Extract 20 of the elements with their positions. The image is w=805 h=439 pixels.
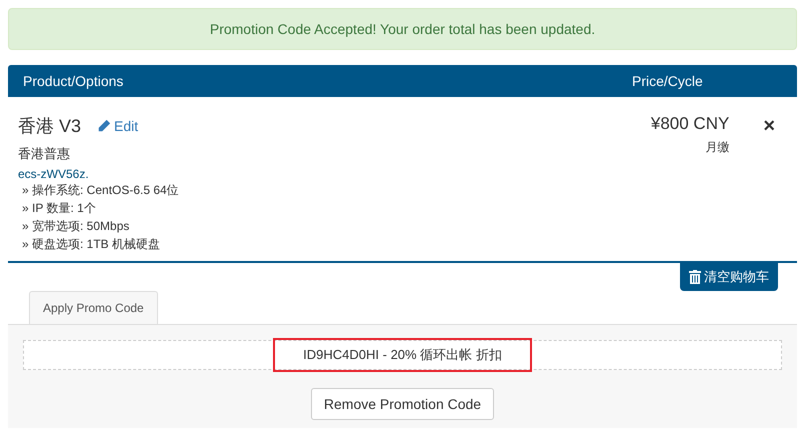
alert-message: Promotion Code Accepted! Your order total has been updated. [210,21,596,37]
column-header: Price/Cycle [631,73,704,89]
promo-tab[interactable]: Apply Promo Code [29,291,158,324]
product-name: 香港 V3 [18,115,82,138]
empty-cart-button[interactable]: 清空购物车 [680,263,778,291]
column-header: Product/Options [22,73,124,89]
hostname: ecs-zWV56z. [18,167,90,181]
option-line: » 宽带选项: 50Mbps [21,218,130,235]
trash-icon [689,270,701,284]
option-line: » 硬盘选项: 1TB 机械硬盘 [21,236,162,253]
remove-promo-button[interactable]: Remove Promotion Code [310,388,494,420]
billing-cycle: 月缴 [705,139,730,156]
pencil-icon [97,119,112,133]
option-line: » IP 数量: 1个 [21,200,97,217]
product-group: 香港普惠 [18,145,630,163]
option-line: » 操作系统: CentOS-6.5 64位 [21,182,180,199]
edit-link[interactable]: Edit [97,118,138,134]
promo-code: ID9HC4D0HI - 20% 循环出帐 折扣 [273,338,532,372]
price: ¥800 CNY [650,114,730,134]
remove-button[interactable]: × [759,114,779,138]
